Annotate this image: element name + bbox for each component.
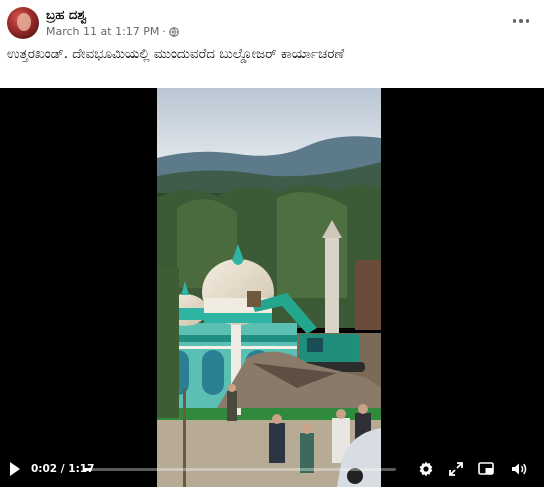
fullscreen-expand-icon[interactable]	[447, 460, 465, 478]
picture-in-picture-icon[interactable]	[477, 460, 495, 478]
author-name[interactable]: ಬ್ರಹ ದಶ್ವ	[46, 8, 87, 24]
globe-icon[interactable]	[169, 27, 179, 37]
time-separator: /	[57, 463, 69, 475]
post-header: ಬ್ರಹ ದಶ್ವ March 11 at 1:17 PM ·	[0, 0, 544, 44]
settings-icon[interactable]	[417, 460, 435, 478]
facebook-post: ಬ್ರಹ ದಶ್ವ March 11 at 1:17 PM · ಉತ್ತರಖಂಡ…	[0, 0, 544, 491]
video-frame[interactable]	[157, 88, 381, 487]
avatar[interactable]	[7, 7, 39, 39]
more-options-icon[interactable]	[512, 14, 530, 28]
volume-icon[interactable]	[510, 460, 528, 478]
video-player[interactable]: 0:02 / 1:17	[0, 88, 544, 487]
video-controls: 0:02 / 1:17	[0, 451, 544, 487]
post-caption: ಉತ್ತರಖಂಡ್. ದೇವಭೂಮಿಯಲ್ಲಿ ಮುಂದುವರೆದ ಬುಲ್ಡೋ…	[7, 46, 345, 62]
play-icon[interactable]	[8, 460, 22, 478]
progress-bar[interactable]	[84, 468, 396, 471]
current-time: 0:02	[31, 463, 58, 475]
post-timestamp[interactable]: March 11 at 1:17 PM	[46, 25, 159, 39]
progress-fill	[84, 468, 93, 471]
post-meta: March 11 at 1:17 PM ·	[46, 25, 179, 39]
